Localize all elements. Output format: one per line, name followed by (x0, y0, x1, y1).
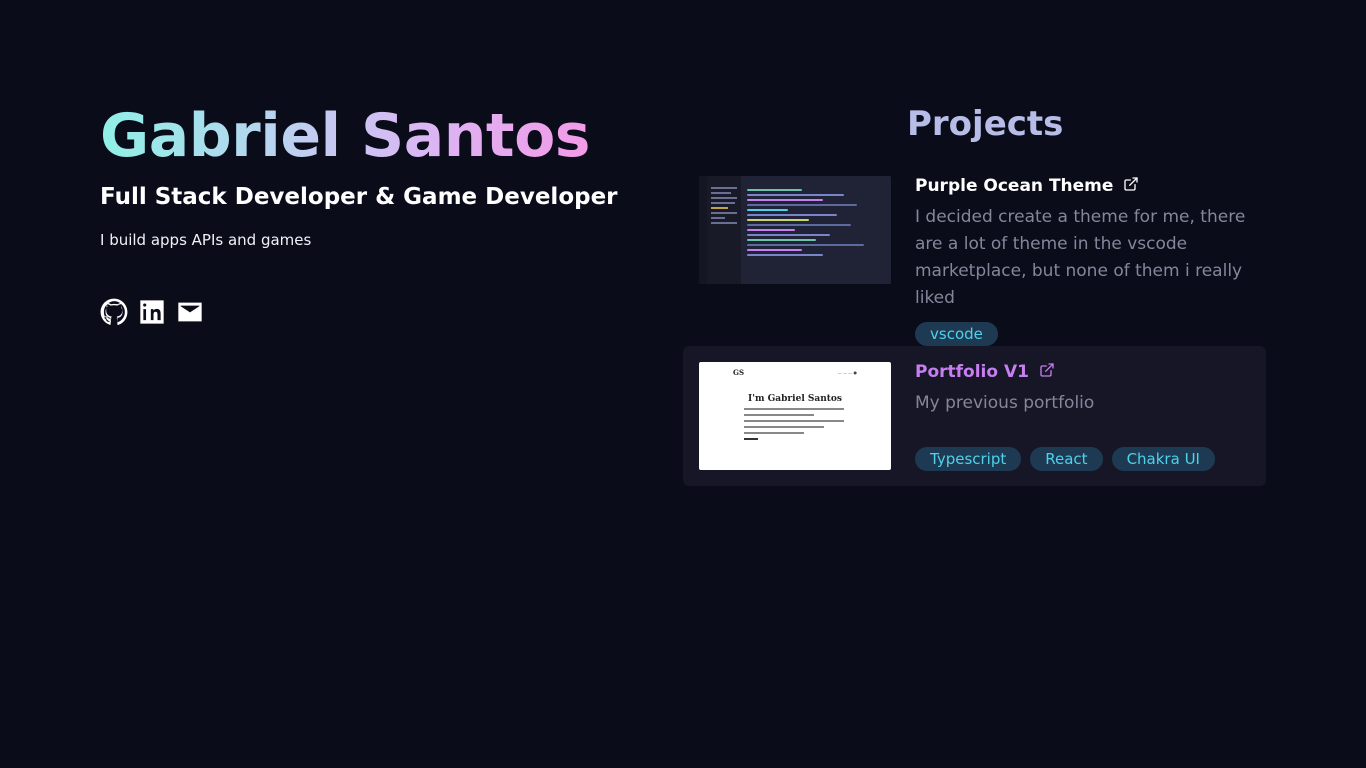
project-body: Purple Ocean Theme I decided create a th… (915, 176, 1251, 346)
hero-role: Full Stack Developer & Game Developer (100, 184, 618, 210)
project-description: My previous portfolio (915, 393, 1095, 413)
tag-typescript: Typescript (915, 447, 1022, 471)
tag-chakra-ui: Chakra UI (1111, 447, 1215, 471)
projects-heading: Projects (907, 104, 1064, 144)
thumbnail-nav: — — — ● (837, 370, 857, 375)
hero-tagline: I build apps APIs and games (100, 231, 312, 249)
project-tags: vscode (915, 322, 1251, 346)
github-link[interactable] (100, 298, 128, 330)
external-link-icon[interactable] (1039, 362, 1055, 382)
social-links (100, 298, 660, 330)
project-title-link[interactable]: Purple Ocean Theme (915, 176, 1113, 196)
hero-name: Gabriel Santos (100, 101, 591, 171)
github-icon (100, 298, 128, 330)
mail-icon (176, 298, 204, 330)
tag-react: React (1030, 447, 1103, 471)
email-link[interactable] (176, 300, 204, 328)
linkedin-icon (138, 298, 166, 330)
project-card-purple-ocean[interactable]: Purple Ocean Theme I decided create a th… (683, 160, 1266, 346)
external-link-icon[interactable] (1123, 176, 1139, 196)
project-description: I decided create a theme for me, there a… (915, 207, 1246, 308)
project-tags: Typescript React Chakra UI (915, 447, 1251, 471)
linkedin-link[interactable] (138, 300, 166, 328)
project-thumbnail-portfolio[interactable]: GS — — — ● I'm Gabriel Santos (699, 362, 891, 470)
project-thumbnail-editor[interactable] (699, 176, 891, 284)
project-title-link[interactable]: Portfolio V1 (915, 362, 1029, 382)
thumbnail-logo: GS (733, 368, 745, 377)
tag-vscode: vscode (915, 322, 998, 346)
thumbnail-heading: I'm Gabriel Santos (748, 394, 842, 404)
hero-section: Gabriel Santos Full Stack Developer & Ga… (100, 100, 660, 328)
project-card-portfolio-v1[interactable]: GS — — — ● I'm Gabriel Santos Portfolio … (683, 346, 1266, 486)
portfolio-page: Gabriel Santos Full Stack Developer & Ga… (0, 0, 1366, 768)
project-body: Portfolio V1 My previous portfolio Types… (915, 362, 1251, 471)
